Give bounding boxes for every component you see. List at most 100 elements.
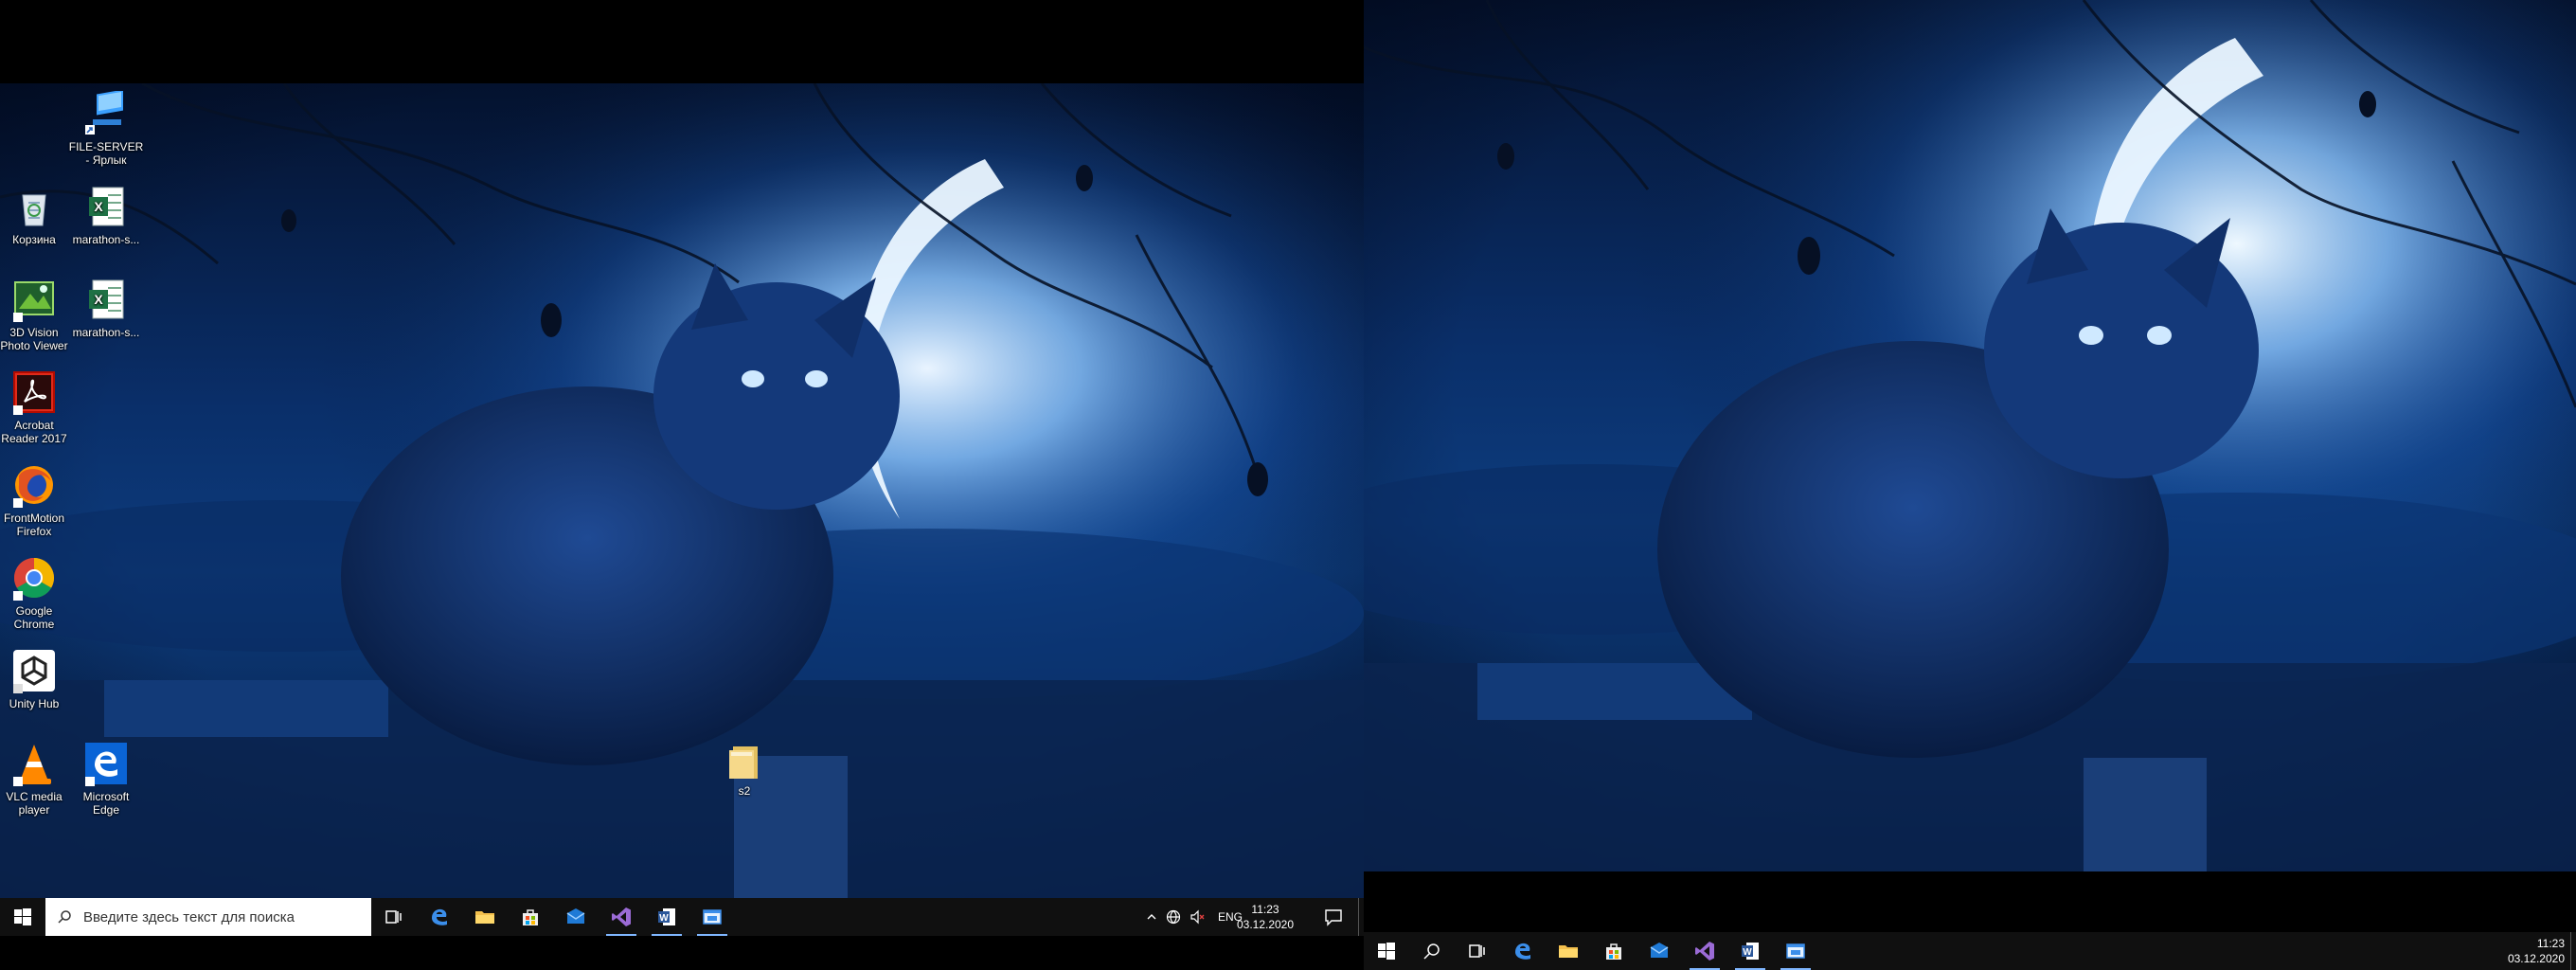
windows-logo-icon: [1378, 943, 1395, 960]
desktop-icon-label: FILE-SERVER - Ярлык: [68, 140, 144, 167]
desktop-icon-s2-folder[interactable]: s2: [707, 743, 782, 798]
desktop-icon-label: marathon-s...: [72, 326, 140, 339]
desktop-icon-chrome[interactable]: Google Chrome: [0, 555, 72, 631]
monitor-2: W 11:23 03.12.2020: [1364, 0, 2576, 970]
desktop-icon-label: Acrobat Reader 2017: [1, 419, 67, 445]
show-desktop-button[interactable]: [2570, 932, 2576, 970]
mail-icon: [1650, 943, 1669, 958]
excel-file-icon: X: [89, 279, 124, 319]
store-bag-icon: [1606, 943, 1621, 960]
vlc-icon: [13, 745, 51, 786]
start-button[interactable]: [0, 898, 45, 936]
task-view-icon: [1469, 944, 1485, 958]
app-window-icon: [1786, 943, 1805, 959]
taskbar-primary: Введите здесь текст для поиска W ENG 11:…: [0, 898, 1364, 936]
search-placeholder: Введите здесь текст для поиска: [83, 908, 295, 925]
taskbar-app-window[interactable]: [689, 898, 735, 936]
excel-file-icon: X: [89, 187, 124, 226]
folder-icon: [1559, 945, 1578, 958]
taskbar-word[interactable]: W: [1727, 932, 1773, 970]
desktop-icon-unity-hub[interactable]: Unity Hub: [0, 648, 72, 710]
taskbar-app-window[interactable]: [1773, 932, 1818, 970]
desktop-icon-3d-vision[interactable]: 3D Vision Photo Viewer: [0, 277, 72, 352]
taskbar-edge[interactable]: [417, 898, 462, 936]
taskbar-store[interactable]: [1591, 932, 1637, 970]
desktop-icon-marathon-1[interactable]: X marathon-s...: [68, 184, 144, 246]
taskbar-mail[interactable]: [1637, 932, 1682, 970]
firefox-icon: [13, 466, 53, 508]
night-cat-wallpaper: [0, 83, 1364, 898]
taskbar-file-explorer[interactable]: [1546, 932, 1591, 970]
chevron-up-icon[interactable]: [1142, 911, 1161, 923]
taskbar-file-explorer[interactable]: [462, 898, 508, 936]
taskbar-visual-studio[interactable]: [1682, 932, 1727, 970]
search-button[interactable]: [1409, 932, 1455, 970]
desktop-wallpaper: [1364, 0, 2576, 871]
chrome-icon: [13, 558, 55, 601]
folder-icon: [729, 746, 758, 779]
night-cat-wallpaper: [1364, 0, 2576, 871]
volume-muted-icon[interactable]: [1186, 909, 1208, 925]
task-view-icon: [385, 910, 402, 924]
taskbar-mail[interactable]: [553, 898, 599, 936]
action-center-button[interactable]: [1311, 898, 1356, 936]
desktop-icon-label: Microsoft Edge: [82, 790, 130, 817]
windows-logo-icon: [14, 908, 31, 925]
desktop-icon-firefox[interactable]: FrontMotion Firefox: [0, 462, 72, 538]
search-box[interactable]: Введите здесь текст для поиска: [45, 898, 371, 936]
taskbar-secondary: W 11:23 03.12.2020: [1364, 932, 2576, 970]
visual-studio-icon: [612, 907, 631, 926]
desktop-icon-recycle-bin[interactable]: Корзина: [0, 184, 72, 246]
clock-time: 11:23: [1251, 903, 1279, 916]
store-bag-icon: [523, 909, 538, 925]
desktop-icon-label: Google Chrome: [13, 604, 55, 631]
folder-icon: [475, 911, 494, 924]
clock-time: 11:23: [2536, 937, 2565, 950]
clock[interactable]: 11:23 03.12.2020: [2491, 932, 2565, 970]
desktop-icon-label: s2: [738, 784, 751, 798]
taskbar-store[interactable]: [508, 898, 553, 936]
desktop-icon-acrobat[interactable]: Acrobat Reader 2017: [0, 369, 72, 445]
desktop-icon-file-server[interactable]: FILE-SERVER - Ярлык: [68, 91, 144, 167]
desktop-wallpaper: [0, 83, 1364, 898]
word-icon: W: [1742, 943, 1759, 960]
search-icon: [58, 910, 71, 924]
start-button[interactable]: [1364, 932, 1409, 970]
svg-text:W: W: [1743, 947, 1752, 958]
system-tray: ENG: [1142, 898, 1243, 936]
desktop-icon-vlc[interactable]: VLC media player: [0, 741, 72, 817]
search-icon: [1423, 943, 1440, 960]
desktop-icon-marathon-2[interactable]: X marathon-s...: [68, 277, 144, 339]
app-window-icon: [703, 909, 722, 925]
acrobat-icon: [13, 371, 55, 415]
word-icon: W: [658, 908, 675, 925]
desktop-icon-label: VLC media player: [6, 790, 63, 817]
taskbar-visual-studio[interactable]: [599, 898, 644, 936]
recycle-bin-icon: [22, 194, 46, 226]
network-computer-shortcut-icon: [85, 91, 123, 135]
unity-icon: [13, 650, 55, 693]
svg-text:W: W: [659, 913, 669, 924]
desktop-icon-label: Корзина: [12, 233, 56, 246]
taskbar-edge[interactable]: [1500, 932, 1546, 970]
desktop-icon-label: Unity Hub: [9, 697, 60, 710]
notification-icon: [1325, 909, 1342, 926]
edge-icon: [1515, 943, 1530, 960]
desktop-icon-label: marathon-s...: [72, 233, 140, 246]
clock-date: 03.12.2020: [2507, 952, 2565, 965]
edge-icon: [85, 743, 127, 786]
clock-date: 03.12.2020: [1236, 918, 1295, 931]
task-view-button[interactable]: [1455, 932, 1500, 970]
task-view-button[interactable]: [371, 898, 417, 936]
network-globe-icon[interactable]: [1161, 909, 1186, 925]
taskbar-word[interactable]: W: [644, 898, 689, 936]
svg-text:X: X: [94, 292, 103, 307]
desktop-icon-edge[interactable]: Microsoft Edge: [68, 741, 144, 817]
edge-icon: [432, 908, 447, 925]
mail-icon: [566, 908, 585, 924]
monitor-1: FILE-SERVER - Ярлык Корзина X marathon-s…: [0, 0, 1364, 970]
clock[interactable]: 11:23 03.12.2020: [1231, 898, 1299, 936]
desktop-icon-label: FrontMotion Firefox: [3, 512, 65, 538]
svg-text:X: X: [94, 199, 103, 214]
3d-vision-icon: [13, 281, 54, 322]
